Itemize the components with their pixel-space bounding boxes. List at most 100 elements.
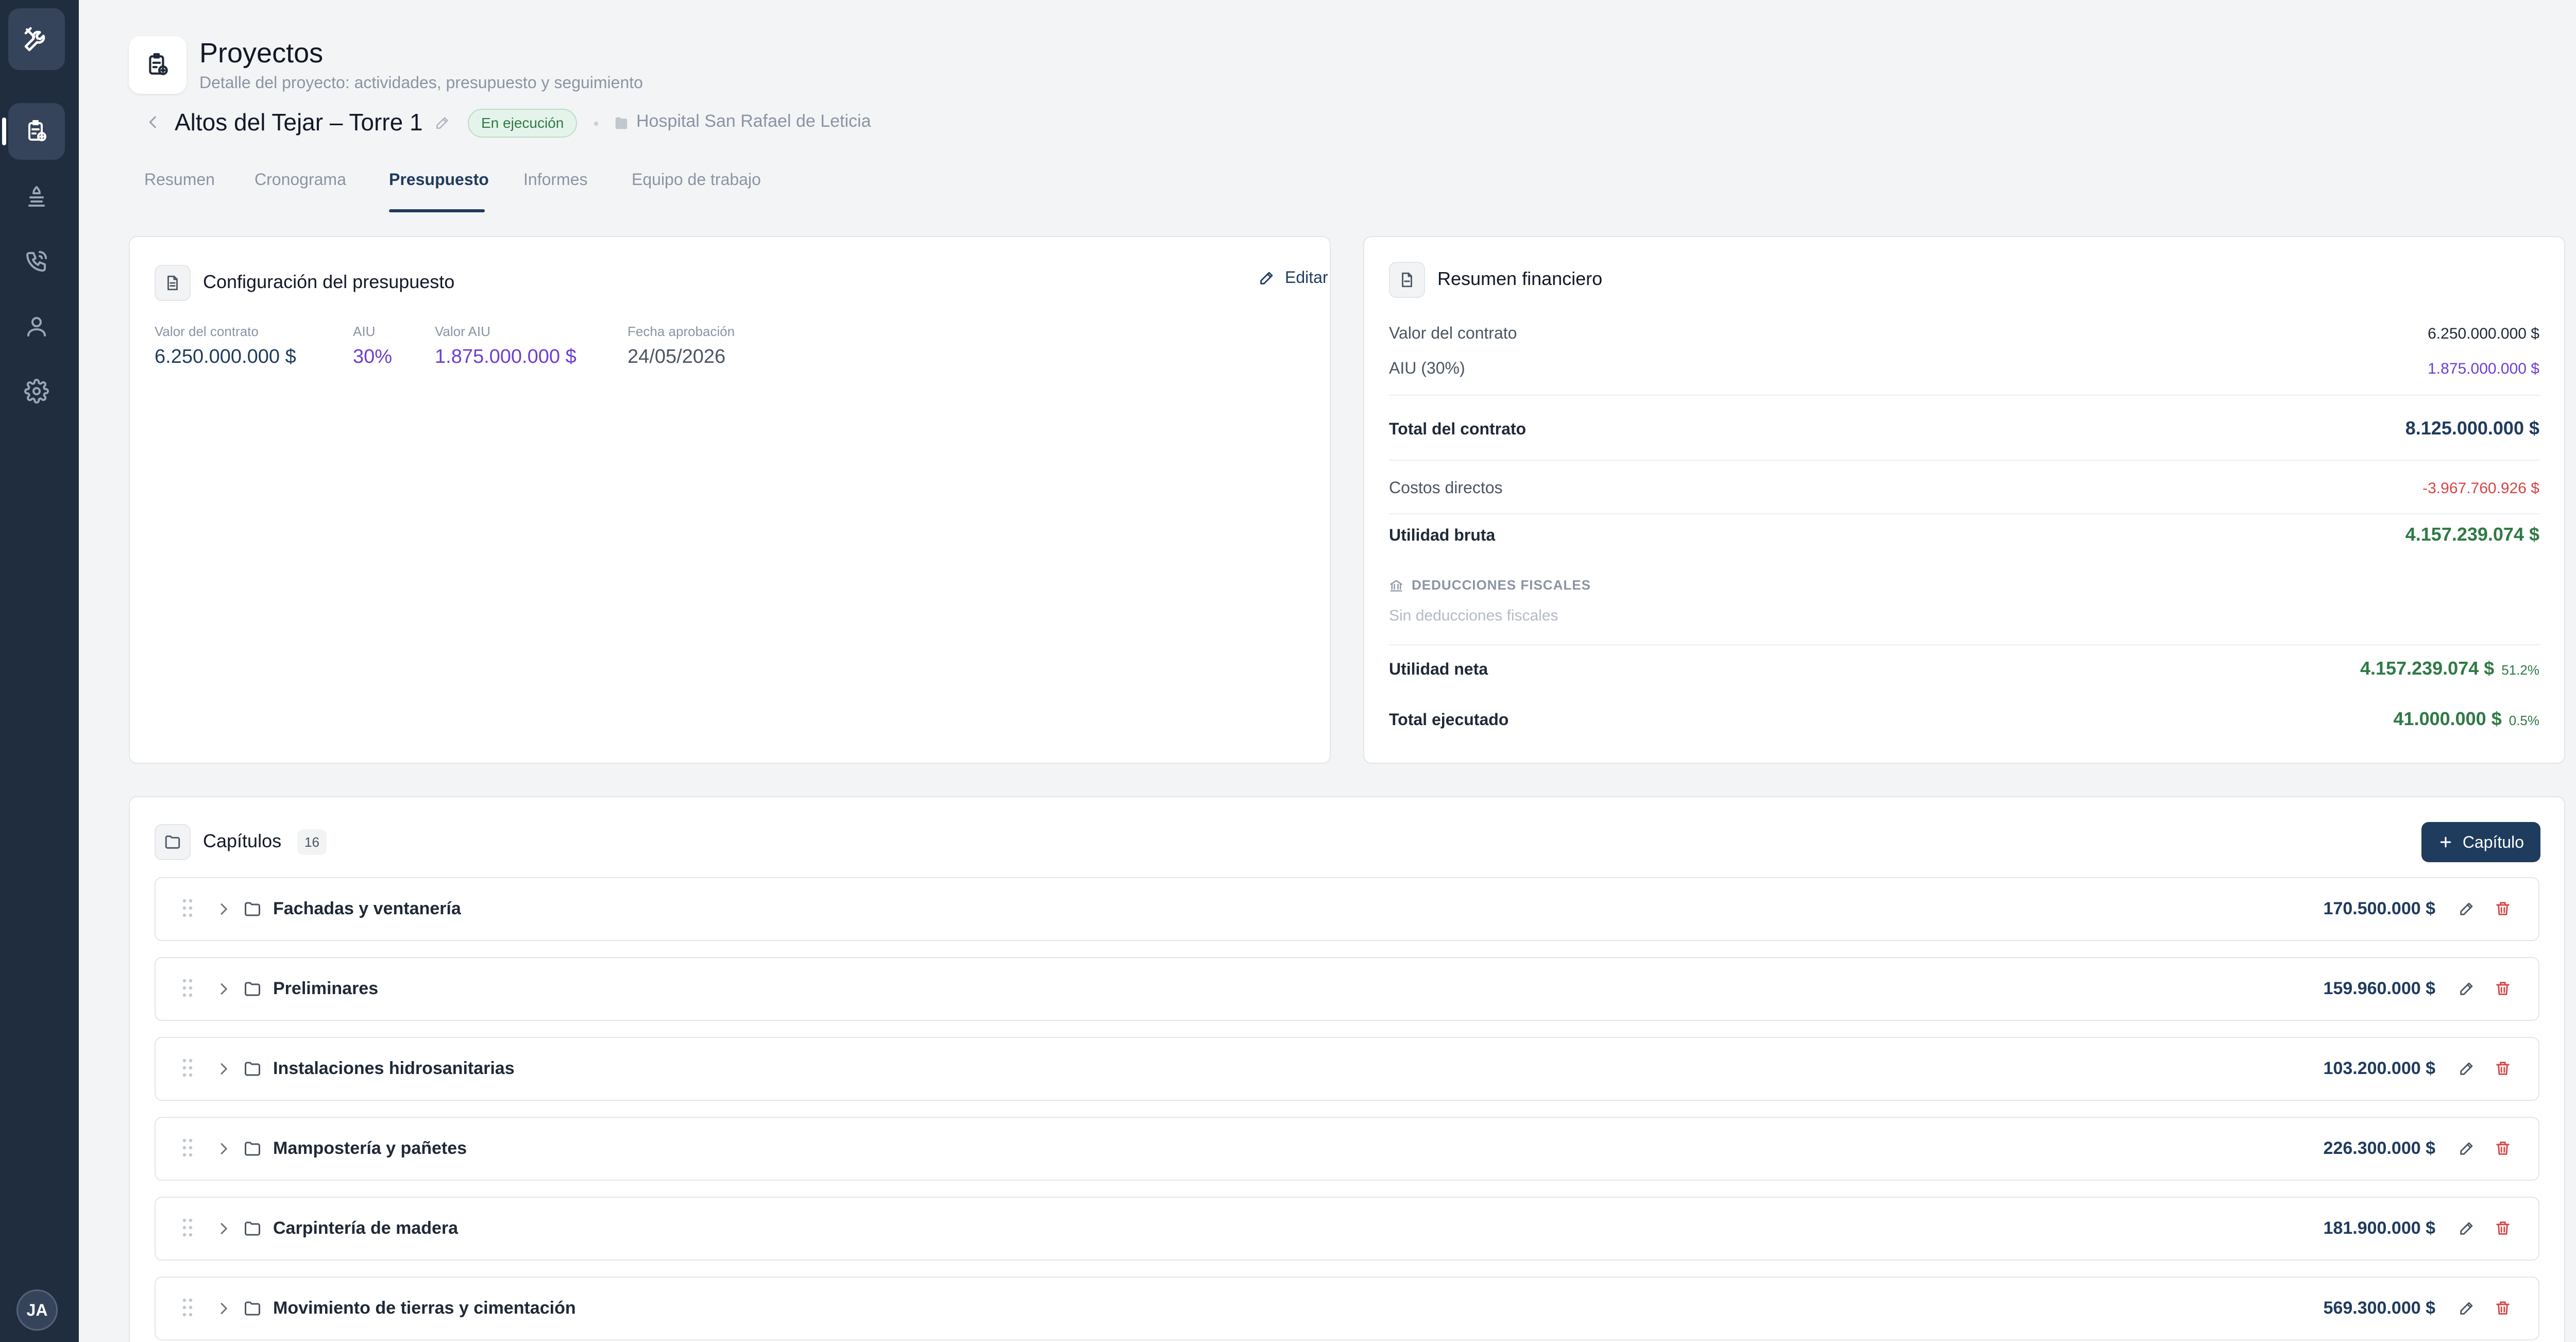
- delete-trash-icon[interactable]: [2494, 1060, 2512, 1077]
- chapter-name: Fachadas y ventanería: [273, 899, 461, 918]
- chapters-title: Capítulos: [203, 830, 282, 851]
- sidebar-item-equipment[interactable]: [8, 168, 65, 225]
- drag-handle-icon[interactable]: [181, 1297, 194, 1318]
- fin-aiu-value: 1.875.000.000 $: [2428, 360, 2539, 377]
- contract-value-field: Valor del contrato 6.250.000.000 $: [155, 324, 296, 368]
- drag-handle-icon[interactable]: [181, 898, 194, 918]
- contract-value-label: Valor del contrato: [155, 324, 259, 339]
- expand-chevron-icon[interactable]: [215, 981, 232, 997]
- active-tab-indicator: [389, 209, 485, 212]
- expand-chevron-icon[interactable]: [215, 1220, 232, 1237]
- divider: [1389, 460, 2539, 461]
- fin-costs-value: -3.967.760.926 $: [2422, 480, 2539, 497]
- tab-presupuesto[interactable]: Presupuesto: [389, 170, 489, 189]
- edit-pencil-icon[interactable]: [2458, 980, 2476, 997]
- add-chapter-label: Capítulo: [2462, 832, 2524, 851]
- folder-icon: [155, 824, 191, 860]
- sidebar-item-settings[interactable]: [8, 363, 65, 420]
- approval-date-field: Fecha aprobación 24/05/2026: [628, 324, 735, 368]
- drag-handle-icon[interactable]: [181, 1058, 194, 1078]
- sidebar-item-users[interactable]: [8, 298, 65, 355]
- back-chevron-icon[interactable]: [144, 113, 162, 131]
- edit-pencil-icon[interactable]: [2458, 900, 2476, 917]
- edit-pencil-icon[interactable]: [2458, 1219, 2476, 1237]
- expand-chevron-icon[interactable]: [215, 1300, 232, 1317]
- fin-costs-label: Costos directos: [1389, 478, 1503, 497]
- expand-chevron-icon[interactable]: [215, 1140, 232, 1157]
- fin-contract-value: 6.250.000.000 $: [2428, 325, 2539, 342]
- folder-icon: [243, 1139, 262, 1158]
- aiu-row: AIU (30%) 1.875.000.000 $: [1389, 359, 2539, 378]
- delete-trash-icon[interactable]: [2494, 1219, 2512, 1237]
- aiu-label: AIU: [353, 324, 376, 339]
- divider: [1389, 395, 2539, 396]
- financial-summary-card: Resumen financiero Valor del contrato 6.…: [1363, 236, 2565, 764]
- direct-costs-row: Costos directos -3.967.760.926 $: [1389, 478, 2539, 497]
- net-profit-row: Utilidad neta 4.157.239.074 $ 51.2%: [1389, 658, 2539, 679]
- chapter-row[interactable]: Mampostería y pañetes 226.300.000 $: [155, 1117, 2539, 1181]
- tab-equipo[interactable]: Equipo de trabajo: [632, 170, 761, 189]
- tab-resumen[interactable]: Resumen: [144, 170, 215, 189]
- projects-header-icon: [129, 36, 187, 94]
- expand-chevron-icon[interactable]: [215, 901, 232, 917]
- delete-trash-icon[interactable]: [2494, 1299, 2512, 1317]
- avatar[interactable]: JA: [16, 1289, 58, 1331]
- tab-informes[interactable]: Informes: [523, 170, 587, 189]
- chapter-value: 103.200.000 $: [2323, 1059, 2435, 1078]
- deductions-header: DEDUCCIONES FISCALES: [1389, 577, 1591, 593]
- drag-handle-icon[interactable]: [181, 978, 194, 998]
- receipt-icon: [1389, 262, 1425, 298]
- folder-icon: [243, 1219, 262, 1238]
- chapter-row[interactable]: Carpintería de madera 181.900.000 $: [155, 1197, 2539, 1261]
- sidebar-item-projects[interactable]: [2, 103, 65, 160]
- chapter-row[interactable]: Instalaciones hidrosanitarias 103.200.00…: [155, 1037, 2539, 1101]
- logo-icon[interactable]: [8, 8, 65, 70]
- executed-row: Total ejecutado 41.000.000 $ 0.5%: [1389, 708, 2539, 730]
- folder-icon: [243, 980, 262, 998]
- deductions-empty: Sin deducciones fiscales: [1389, 607, 1558, 624]
- divider: [1389, 644, 2539, 645]
- chapters-card: Capítulos 16 Capítulo Fachadas y ventane…: [129, 796, 2565, 1342]
- delete-trash-icon[interactable]: [2494, 1139, 2512, 1157]
- fin-net-value: 4.157.239.074 $ 51.2%: [2360, 658, 2539, 679]
- chapter-row[interactable]: Fachadas y ventanería 170.500.000 $: [155, 877, 2539, 941]
- fin-executed-label: Total ejecutado: [1389, 710, 1509, 729]
- drag-handle-icon[interactable]: [181, 1217, 194, 1238]
- chapter-row[interactable]: Movimiento de tierras y cimentación 569.…: [155, 1277, 2539, 1340]
- fin-executed-value: 41.000.000 $ 0.5%: [2394, 708, 2539, 730]
- budget-config-title: Configuración del presupuesto: [203, 271, 455, 292]
- sidebar: JA: [0, 0, 79, 1342]
- chapter-row[interactable]: Preliminares 159.960.000 $: [155, 957, 2539, 1021]
- fin-gross-value: 4.157.239.074 $: [2405, 524, 2539, 545]
- edit-pencil-icon[interactable]: [2458, 1060, 2476, 1077]
- sidebar-item-calls[interactable]: [8, 233, 65, 290]
- financial-summary-title: Resumen financiero: [1437, 268, 1603, 289]
- tab-cronograma[interactable]: Cronograma: [255, 170, 346, 189]
- aiu-amount: 1.875.000.000 $: [435, 346, 577, 367]
- chapter-value: 170.500.000 $: [2323, 899, 2435, 918]
- executed-amount: 41.000.000 $: [2393, 708, 2502, 729]
- client-name: Hospital San Rafael de Leticia: [636, 111, 871, 131]
- expand-chevron-icon[interactable]: [215, 1061, 232, 1077]
- fin-aiu-label: AIU (30%): [1389, 359, 1465, 377]
- approval-date: 24/05/2026: [628, 346, 726, 367]
- add-chapter-button[interactable]: Capítulo: [2421, 822, 2540, 862]
- edit-pencil-icon[interactable]: [2458, 1139, 2476, 1157]
- edit-name-pencil-icon[interactable]: [434, 114, 451, 131]
- contract-value-row: Valor del contrato 6.250.000.000 $: [1389, 324, 2539, 343]
- calls-icon: [26, 251, 47, 272]
- document-icon: [155, 265, 191, 301]
- delete-trash-icon[interactable]: [2494, 900, 2512, 917]
- aiu-field: AIU 30%: [353, 324, 392, 368]
- net-profit-pct: 51.2%: [2501, 662, 2539, 678]
- divider: [1389, 513, 2539, 514]
- chapter-name: Mampostería y pañetes: [273, 1138, 467, 1158]
- chapter-name: Instalaciones hidrosanitarias: [273, 1059, 515, 1078]
- folder-icon: [243, 1299, 262, 1318]
- net-profit-amount: 4.157.239.074 $: [2360, 658, 2495, 679]
- edit-button[interactable]: Editar: [1258, 268, 1328, 287]
- drag-handle-icon[interactable]: [181, 1137, 194, 1158]
- edit-pencil-icon[interactable]: [2458, 1299, 2476, 1317]
- project-name: Altos del Tejar – Torre 1: [175, 109, 423, 136]
- delete-trash-icon[interactable]: [2494, 980, 2512, 997]
